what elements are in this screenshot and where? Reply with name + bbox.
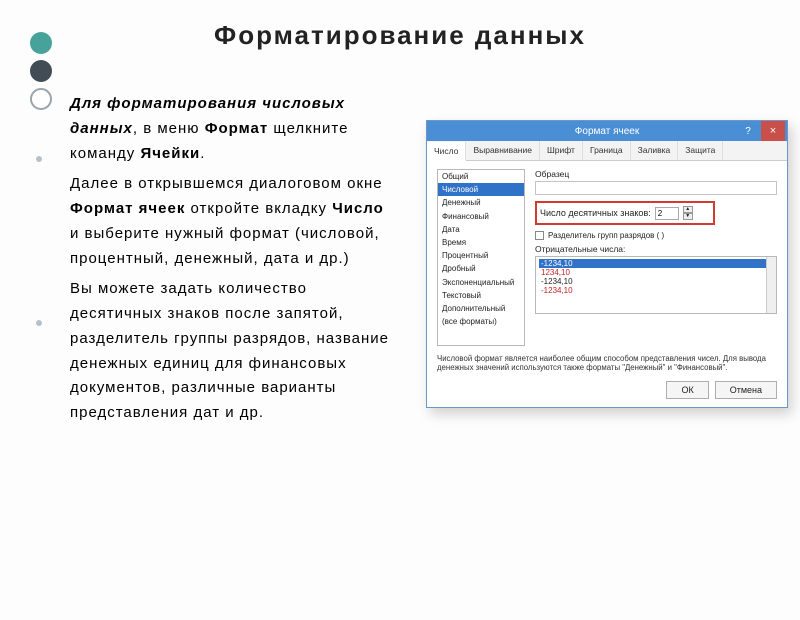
- list-item[interactable]: -1234,10: [539, 286, 773, 295]
- cancel-button[interactable]: Отмена: [715, 381, 777, 399]
- sample-label: Образец: [535, 169, 777, 179]
- list-item[interactable]: -1234,10: [539, 259, 773, 268]
- slide-decor: [30, 32, 52, 110]
- tab-number[interactable]: Число: [427, 142, 466, 161]
- dialog-titlebar: Формат ячеек ? ×: [427, 121, 787, 141]
- list-item[interactable]: Общий: [438, 170, 524, 183]
- decor-circle: [30, 88, 52, 110]
- tab-fill[interactable]: Заливка: [631, 141, 679, 160]
- close-button[interactable]: ×: [761, 121, 785, 141]
- list-item[interactable]: Денежный: [438, 196, 524, 209]
- list-item[interactable]: Процентный: [438, 249, 524, 262]
- list-item[interactable]: -1234,10: [539, 277, 773, 286]
- list-item[interactable]: Дробный: [438, 262, 524, 275]
- decimal-places-label: Число десятичных знаков:: [540, 208, 651, 218]
- spinner-up-icon[interactable]: ▲: [683, 206, 693, 213]
- tab-alignment[interactable]: Выравнивание: [466, 141, 540, 160]
- thousands-separator-label: Разделитель групп разрядов ( ): [548, 231, 664, 240]
- spinner-down-icon[interactable]: ▼: [683, 213, 693, 220]
- decor-circle: [30, 60, 52, 82]
- tab-protection[interactable]: Защита: [678, 141, 723, 160]
- thousands-separator-checkbox[interactable]: [535, 231, 544, 240]
- scrollbar[interactable]: [766, 257, 776, 313]
- format-description: Числовой формат является наиболее общим …: [427, 352, 787, 373]
- body-text: Для форматирования числовых данных, в ме…: [70, 92, 390, 432]
- page-title: Форматирование данных: [0, 20, 800, 51]
- negative-numbers-label: Отрицательные числа:: [535, 244, 777, 254]
- help-button[interactable]: ?: [737, 121, 759, 141]
- tab-font[interactable]: Шрифт: [540, 141, 583, 160]
- category-list[interactable]: Общий Числовой Денежный Финансовый Дата …: [437, 169, 525, 346]
- decor-circle: [30, 32, 52, 54]
- list-item[interactable]: 1234,10: [539, 268, 773, 277]
- decimal-places-row: Число десятичных знаков: ▲ ▼: [535, 201, 715, 225]
- list-item[interactable]: Экспоненциальный: [438, 276, 524, 289]
- list-item[interactable]: Время: [438, 236, 524, 249]
- paragraph: Далее в открывшемся диалоговом окне Форм…: [70, 172, 390, 271]
- dialog-tabs: Число Выравнивание Шрифт Граница Заливка…: [427, 141, 787, 161]
- bullet-icon: [36, 320, 42, 326]
- dialog-body: Общий Числовой Денежный Финансовый Дата …: [427, 161, 787, 352]
- paragraph: Для форматирования числовых данных, в ме…: [70, 92, 390, 166]
- list-item[interactable]: Текстовый: [438, 289, 524, 302]
- dialog-screenshot: Формат ячеек ? × Число Выравнивание Шриф…: [426, 120, 788, 408]
- options-panel: Образец Число десятичных знаков: ▲ ▼ Раз…: [535, 169, 777, 346]
- spinner-buttons[interactable]: ▲ ▼: [683, 206, 693, 220]
- list-item[interactable]: Финансовый: [438, 210, 524, 223]
- thousands-separator-row: Разделитель групп разрядов ( ): [535, 231, 777, 240]
- tab-border[interactable]: Граница: [583, 141, 631, 160]
- dialog-title-text: Формат ячеек: [575, 126, 639, 137]
- ok-button[interactable]: ОК: [666, 381, 708, 399]
- bullet-icon: [36, 156, 42, 162]
- sample-box: [535, 181, 777, 195]
- format-cells-dialog: Формат ячеек ? × Число Выравнивание Шриф…: [426, 120, 788, 408]
- dialog-buttons: ОК Отмена: [427, 373, 787, 407]
- negative-numbers-list[interactable]: -1234,10 1234,10 -1234,10 -1234,10: [535, 256, 777, 314]
- list-item[interactable]: Числовой: [438, 183, 524, 196]
- list-item[interactable]: (все форматы): [438, 315, 524, 328]
- list-item[interactable]: Дополнительный: [438, 302, 524, 315]
- decimal-places-input[interactable]: [655, 207, 679, 220]
- list-item[interactable]: Дата: [438, 223, 524, 236]
- paragraph: Вы можете задать количество десятичных з…: [70, 277, 390, 426]
